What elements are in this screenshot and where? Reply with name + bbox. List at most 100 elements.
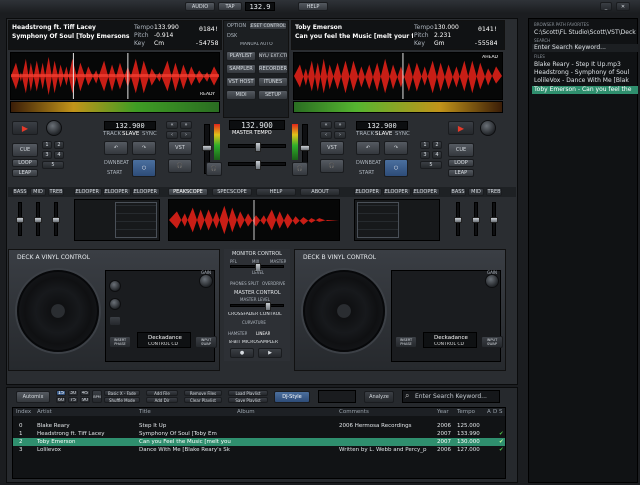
eq-treb-a[interactable]	[52, 202, 60, 236]
deck-b-waveform[interactable]: AHEAD	[293, 52, 503, 100]
deck-a-sync-button[interactable]: ○	[132, 159, 156, 177]
cue-point-3[interactable]: 3	[420, 151, 430, 159]
tab-peakscope[interactable]: PEAKSCOPE	[168, 188, 208, 196]
add-dir-button[interactable]: Add Dir	[146, 397, 178, 403]
fader-cap[interactable]	[255, 160, 261, 170]
monitor-mix-fader[interactable]	[230, 263, 284, 272]
interval-30[interactable]: 30	[68, 390, 78, 396]
cue-point-2[interactable]: 2	[54, 141, 64, 149]
vinyl-a-small-knob-1[interactable]	[109, 280, 121, 292]
deck-b-vst-button[interactable]: VST	[320, 141, 344, 155]
relooper-a-panel[interactable]	[74, 199, 160, 241]
tab-treb-b[interactable]: TREB	[486, 188, 502, 196]
slave-label[interactable]: SLAVE	[122, 131, 139, 137]
fader-cap[interactable]	[16, 217, 24, 223]
column-header[interactable]: Artist	[37, 409, 52, 415]
search-input[interactable]: Enter Search Keyword...	[415, 393, 487, 400]
cue-point-2[interactable]: 2	[432, 141, 442, 149]
itunes-button[interactable]: ITUNES	[258, 77, 288, 87]
column-header[interactable]: Year	[437, 409, 449, 415]
deck-b-forward-button[interactable]: »	[334, 121, 346, 129]
vinyl-a-gain-knob[interactable]	[199, 274, 213, 288]
tab-relooper-3[interactable]: RELOOPER 3	[132, 188, 160, 196]
input-swap-button[interactable]: INPUT SWAP	[481, 336, 503, 348]
cue-point-3[interactable]: 3	[42, 151, 52, 159]
deck-b-leap-button[interactable]: LEAP	[448, 169, 474, 177]
interval-90[interactable]: 90	[80, 397, 90, 403]
deck-b-cue-mini[interactable]: 🎧	[292, 162, 308, 176]
microsampler-play-button[interactable]: ▶	[258, 348, 282, 358]
deck-b-sync-button[interactable]: ○	[384, 159, 408, 177]
tab-relooper-1[interactable]: RELOOPER 1	[74, 188, 102, 196]
playlist-search[interactable]: ⌕ Enter Search Keyword...	[402, 390, 500, 403]
tab-help[interactable]: HELP	[256, 188, 296, 196]
shuffle-mode-button[interactable]: Shuffle Mode	[104, 397, 140, 403]
bpm-button[interactable]: BPM	[92, 390, 102, 403]
input-swap-button[interactable]: INPUT SWAP	[195, 336, 217, 348]
setup-button[interactable]: SETUP	[258, 90, 288, 100]
deck-a-headphone-button[interactable]: 🎧	[168, 159, 192, 173]
basic-xfade-button[interactable]: Basic X - Fade	[104, 390, 140, 396]
cue-point-5[interactable]: 5	[420, 161, 442, 169]
tap-button[interactable]: TAP	[218, 2, 242, 11]
tab-specscope[interactable]: SPECSCOPE	[212, 188, 252, 196]
file-item[interactable]: LolileVox - Dance With Me [Blak	[532, 77, 638, 85]
file-item-selected[interactable]: Toby Emerson - Can you feel the	[532, 86, 638, 94]
load-playlist-button[interactable]: Load Playlist	[228, 390, 268, 396]
midi-button[interactable]: MIDI	[226, 90, 256, 100]
check-icon[interactable]: ✔	[499, 439, 504, 445]
cue-point-1[interactable]: 1	[42, 141, 52, 149]
column-header[interactable]: Comments	[339, 409, 369, 415]
deck-a-overview[interactable]	[10, 101, 220, 113]
table-row-selected[interactable]: 2 Toby Emerson Can you Feel the Music [m…	[13, 438, 505, 446]
downbeat-label[interactable]: DWNBEAT	[356, 160, 381, 166]
view-toggle[interactable]	[318, 390, 356, 403]
column-header[interactable]: Title	[139, 409, 151, 415]
sync-label[interactable]: SYNC	[395, 131, 410, 137]
downbeat-label[interactable]: DWNBEAT	[104, 160, 129, 166]
track-label[interactable]: TRACK	[356, 131, 374, 137]
cue-point-4[interactable]: 4	[432, 151, 442, 159]
fader-cap[interactable]	[472, 217, 480, 223]
tab-mid-a[interactable]: MID	[30, 188, 46, 196]
clear-playlist-button[interactable]: Clear Playlist	[184, 397, 222, 403]
analyze-button[interactable]: Analyze	[364, 391, 394, 403]
eq-mid-a[interactable]	[34, 202, 42, 236]
crossfader[interactable]	[228, 160, 286, 170]
track-label[interactable]: TRACK	[103, 131, 121, 137]
deck-a-prev-button[interactable]: ‹	[166, 131, 178, 139]
master-level-fader[interactable]	[230, 302, 284, 311]
deck-a-loop-button[interactable]: LOOP	[12, 159, 38, 167]
deck-b-next-button[interactable]: ›	[334, 131, 346, 139]
vinyl-ext-button[interactable]: VINYL/ EXT.CTRL	[258, 51, 288, 61]
start-label[interactable]: START	[359, 170, 374, 176]
playlist-button[interactable]: PLAYLIST	[226, 51, 256, 61]
tab-mid-b[interactable]: MID	[468, 188, 484, 196]
deck-b-rewind-button[interactable]: «	[320, 121, 332, 129]
recorder-button[interactable]: RECORDER	[258, 64, 288, 74]
deck-b-overview[interactable]	[293, 101, 503, 113]
vinyl-b-gain-knob[interactable]	[485, 274, 499, 288]
table-row[interactable]: 1 Headstrong ft. Tiff Lacey Symphony Of …	[13, 430, 505, 438]
tab-bass-a[interactable]: BASS	[12, 188, 28, 196]
deck-b-jog-knob[interactable]	[480, 120, 496, 136]
column-header[interactable]: Tempo	[457, 409, 475, 415]
tab-treb-a[interactable]: TREB	[48, 188, 64, 196]
tab-bass-b[interactable]: BASS	[450, 188, 466, 196]
deck-b-prev-button[interactable]: ‹	[320, 131, 332, 139]
eq-mid-b[interactable]	[472, 202, 480, 236]
insert-phase-button[interactable]: INSERT PHASE	[109, 336, 131, 348]
deck-a-forward-button[interactable]: »	[180, 121, 192, 129]
deck-a-vst-button[interactable]: VST	[168, 141, 192, 155]
automix-button[interactable]: Automix	[16, 391, 50, 403]
deck-a-cue-button[interactable]: CUE	[12, 143, 38, 157]
reset-controls-button[interactable]: RESET CONTROLS	[249, 22, 287, 30]
fader-cap[interactable]	[255, 142, 261, 152]
slave-label[interactable]: SLAVE	[375, 131, 392, 137]
browser-search-input[interactable]: Enter Search Keyword...	[532, 44, 638, 52]
eq-treb-b[interactable]	[490, 202, 498, 236]
relooper-b-panel[interactable]	[354, 199, 440, 241]
interval-15[interactable]: 15	[56, 390, 66, 396]
deck-a-play-button[interactable]: ▶	[12, 121, 38, 135]
column-header[interactable]: S	[499, 409, 503, 415]
